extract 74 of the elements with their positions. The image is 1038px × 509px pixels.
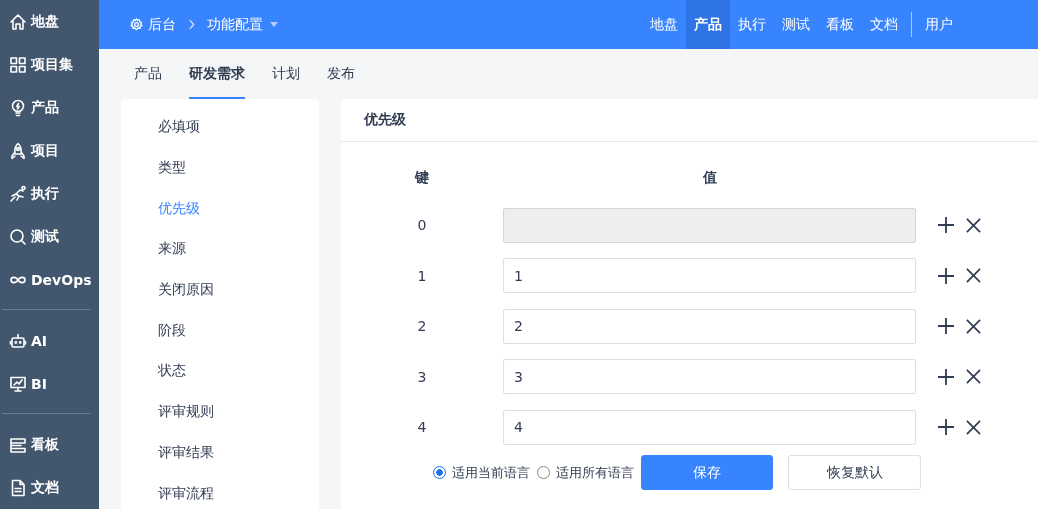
key-label: 4 xyxy=(416,419,428,436)
chevron-icon xyxy=(188,19,195,30)
search-icon xyxy=(9,227,27,246)
chart-icon xyxy=(9,374,27,393)
sidebar-item[interactable]: 看板 xyxy=(0,423,99,466)
close-icon[interactable] xyxy=(965,267,982,285)
panel-title: 优先级 xyxy=(341,99,1038,142)
key-label: 2 xyxy=(416,318,428,335)
nav-link[interactable]: 看板 xyxy=(818,0,862,49)
menu-item[interactable]: 来源 xyxy=(121,229,319,270)
robot-icon xyxy=(9,331,27,350)
settings-icon xyxy=(130,18,143,31)
home-icon xyxy=(9,12,27,31)
radio-button[interactable] xyxy=(537,466,550,479)
add-icon[interactable] xyxy=(937,418,955,437)
nav-link[interactable]: 地盘 xyxy=(642,0,686,49)
sidebar-item[interactable]: 测试 xyxy=(0,215,99,258)
menu-item[interactable]: 必填项 xyxy=(121,107,319,148)
tab[interactable]: 产品 xyxy=(134,49,162,99)
menu-item[interactable]: 评审结果 xyxy=(121,432,319,474)
sidebar-item[interactable]: 项目 xyxy=(0,129,99,172)
input-field[interactable]: 4 xyxy=(503,409,916,445)
nav-link[interactable]: 文档 xyxy=(862,0,906,49)
radio-button[interactable] xyxy=(433,466,446,479)
menu-item[interactable]: 阶段 xyxy=(121,310,319,352)
nav-link[interactable]: 产品 xyxy=(686,0,730,49)
sidebar-item[interactable]: DevOps xyxy=(0,258,99,301)
save-button[interactable]: 保存 xyxy=(641,455,773,490)
close-icon[interactable] xyxy=(965,368,982,386)
sidebar-item[interactable]: 文档 xyxy=(0,466,99,509)
input-field[interactable]: 1 xyxy=(503,258,916,294)
board-icon xyxy=(9,435,27,454)
close-icon[interactable] xyxy=(965,317,982,335)
grid-icon xyxy=(9,55,27,74)
breadcrumb-link[interactable]: 后台 xyxy=(130,15,176,34)
add-icon[interactable] xyxy=(937,367,955,386)
key-label: 1 xyxy=(416,267,428,284)
sidebar-item[interactable]: AI xyxy=(0,319,99,362)
add-icon[interactable] xyxy=(937,317,955,336)
close-icon[interactable] xyxy=(965,418,982,436)
menu-item[interactable]: 状态 xyxy=(121,351,319,392)
menu-item[interactable]: 优先级 xyxy=(121,188,319,230)
add-icon[interactable] xyxy=(937,266,955,285)
menu-item[interactable]: 评审流程 xyxy=(121,473,319,509)
sidebar-item[interactable]: 项目集 xyxy=(0,43,99,86)
breadcrumb-dropdown[interactable]: 功能配置 xyxy=(207,15,278,34)
menu-item[interactable]: 关闭原因 xyxy=(121,269,319,311)
caret-icon xyxy=(270,22,278,27)
nav-link[interactable]: 执行 xyxy=(730,0,774,49)
tab[interactable]: 计划 xyxy=(272,49,300,99)
menu-item[interactable]: 评审规则 xyxy=(121,391,319,433)
rocket-icon xyxy=(9,141,27,160)
sidebar-item[interactable]: BI xyxy=(0,362,99,405)
tab[interactable]: 发布 xyxy=(327,49,355,99)
menu-item[interactable]: 类型 xyxy=(121,147,319,189)
column-header: 键 xyxy=(413,169,430,187)
radio-label: 适用所有语言 xyxy=(556,463,634,482)
sidebar-item[interactable]: 产品 xyxy=(0,86,99,129)
lightbulb-icon xyxy=(9,98,27,117)
key-label: 3 xyxy=(416,368,428,385)
sidebar-item[interactable]: 地盘 xyxy=(0,0,99,43)
reset-button[interactable]: 恢复默认 xyxy=(788,455,921,490)
runner-icon xyxy=(9,184,27,203)
input-field[interactable]: 3 xyxy=(503,359,916,395)
document-icon xyxy=(9,478,27,497)
user-menu[interactable]: 用户 xyxy=(917,0,961,49)
sidebar-item[interactable]: 执行 xyxy=(0,172,99,215)
add-icon[interactable] xyxy=(937,216,955,235)
input-field[interactable]: 2 xyxy=(503,308,916,344)
close-icon[interactable] xyxy=(965,216,982,234)
radio-label: 适用当前语言 xyxy=(452,463,530,482)
column-header: 值 xyxy=(701,169,718,187)
key-label: 0 xyxy=(416,217,428,234)
nav-link[interactable]: 测试 xyxy=(774,0,818,49)
